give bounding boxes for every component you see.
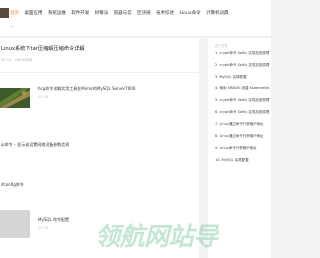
list-item-date: 05-08 (38, 226, 49, 230)
site-header: 首页 桌面应用 系统运维 软件开发 树莓派 容器与云 区块链 技术综述 Linu… (0, 0, 271, 37)
list-item-title[interactable]: MySQL 命令配置 (38, 217, 69, 223)
sidebar-item[interactable]: 1. cryptl命令 Saltly 实现加密原理 (215, 51, 271, 56)
article-meta: 05-10 · LINUX系统 (1, 58, 33, 62)
nav-item-raspberry-pi[interactable]: 树莓派 (95, 10, 109, 16)
sidebar-title: 热门文章 (215, 44, 228, 48)
sidebar-item[interactable]: 2. cryptl命令 Saltly 实现加密原理 (215, 63, 271, 68)
sidebar-item[interactable]: 4. 使用 KRAWG 创建 Kubernetes (215, 86, 271, 91)
watermark: 领航网站导 (95, 222, 218, 251)
nav-item-dictionary[interactable]: 计算机词典 (206, 10, 229, 16)
article-title[interactable]: Linux系统下tar压缩解压缩命令详解 (1, 45, 85, 52)
nav-item-home[interactable]: 首页 (10, 10, 19, 16)
site-logo[interactable] (0, 8, 9, 18)
nav-item-container-cloud[interactable]: 容器与云 (114, 10, 132, 16)
nav-item-desktop-apps[interactable]: 桌面应用 (24, 10, 42, 16)
nav-item-tech-review[interactable]: 技术综述 (156, 10, 174, 16)
featured-article[interactable]: Linux系统下tar压缩解压缩命令详解 05-10 · LINUX系统 (0, 38, 199, 73)
sidebar-item[interactable]: 7. Linux通过命令行获取IP地址 (215, 122, 271, 127)
nav-more[interactable]: ... (10, 24, 14, 29)
sidebar-item[interactable]: 3. MySQL 实践配置 (215, 75, 271, 80)
nav-item-blockchain[interactable]: 区块链 (137, 10, 151, 16)
list-item-date: 05-08 (38, 95, 49, 99)
list-item-title[interactable]: ifconfig命令 (1, 182, 24, 188)
nav-item-sysops[interactable]: 系统运维 (48, 10, 66, 16)
sidebar-item[interactable]: 6. cryptl命令 Saltly 实现加密原理 (215, 110, 271, 115)
list-item-thumbnail[interactable] (0, 210, 30, 238)
sidebar-item[interactable]: 9. Linux命令行获取IP地址 (215, 146, 271, 151)
sidebar-item[interactable]: 8. Linux通过命令行获取IP地址 (215, 134, 271, 139)
nav-item-software-dev[interactable]: 软件开发 (71, 10, 89, 16)
sidebar-item[interactable]: 10. MySQL 实践配置 (215, 158, 271, 163)
main-nav: 首页 桌面应用 系统运维 软件开发 树莓派 容器与云 区块链 技术综述 Linu… (10, 10, 233, 16)
list-item-thumbnail[interactable] (0, 88, 30, 108)
nav-item-linux-commands[interactable]: Linux命令 (180, 10, 201, 16)
list-item-title[interactable]: hcp命令详解实用工具在Mirror的MySQL Server7000 (38, 86, 135, 92)
list-item-title[interactable]: ip命令 – 显示或设置网络设备参数信息 (1, 142, 69, 148)
sidebar-item[interactable]: 5. cryptl命令 Saltly 实现加密原理 (215, 98, 271, 103)
